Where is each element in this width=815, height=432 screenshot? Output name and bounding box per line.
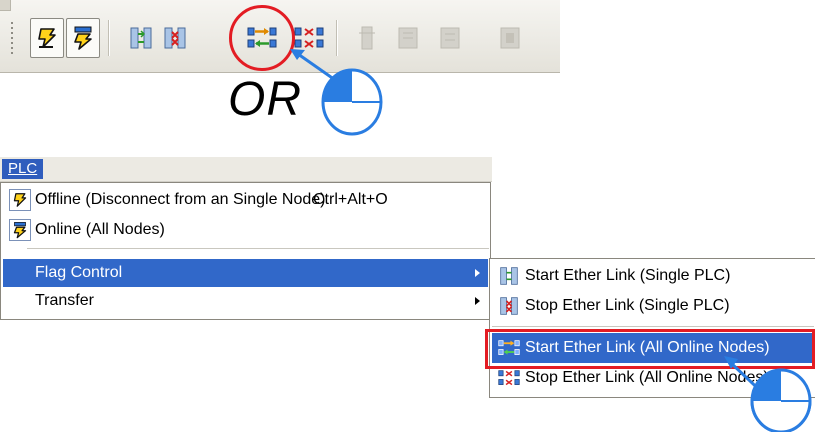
menu-plc[interactable]: PLC	[2, 159, 44, 179]
menu-item-label: Offline (Disconnect from an Single Node)	[35, 191, 326, 208]
submenu-item-stop-single[interactable]: Stop Ether Link (Single PLC)	[492, 291, 815, 321]
submenu-item-label: Stop Ether Link (Single PLC)	[525, 297, 730, 314]
submenu-arrow-icon	[475, 269, 480, 277]
offline-plug-icon	[9, 189, 31, 211]
menu-item-transfer[interactable]: Transfer	[3, 287, 488, 315]
menu-item-flag-control[interactable]: Flag Control	[3, 259, 488, 287]
start-ether-link-single-icon	[500, 267, 518, 285]
submenu-item-start-single[interactable]: Start Ether Link (Single PLC)	[492, 261, 815, 291]
submenu-arrow-icon	[475, 297, 480, 305]
menu-item-label: Online (All Nodes)	[35, 221, 165, 238]
menu-separator	[492, 326, 814, 327]
stop-ether-link-single-icon	[500, 297, 518, 315]
stop-ether-link-all-icon	[498, 370, 520, 386]
mouse-left-click-icon	[321, 68, 383, 136]
menu-separator	[27, 248, 489, 249]
menu-item-label: Transfer	[35, 292, 94, 309]
menu-item-offline[interactable]: Offline (Disconnect from an Single Node)…	[3, 186, 488, 214]
pointer-arrow-icon	[290, 49, 339, 84]
flag-control-submenu: Start Ether Link (Single PLC) Stop Ether…	[489, 258, 815, 398]
menu-item-shortcut: Ctrl+Alt+O	[313, 191, 388, 208]
submenu-item-label: Start Ether Link (Single PLC)	[525, 267, 731, 284]
online-all-nodes-icon	[9, 219, 31, 241]
highlight-box	[485, 329, 815, 369]
plc-menu: Offline (Disconnect from an Single Node)…	[0, 182, 491, 320]
menubar: PLC	[0, 157, 492, 182]
menu-item-online[interactable]: Online (All Nodes)	[3, 216, 488, 244]
menu-item-label: Flag Control	[35, 264, 123, 281]
